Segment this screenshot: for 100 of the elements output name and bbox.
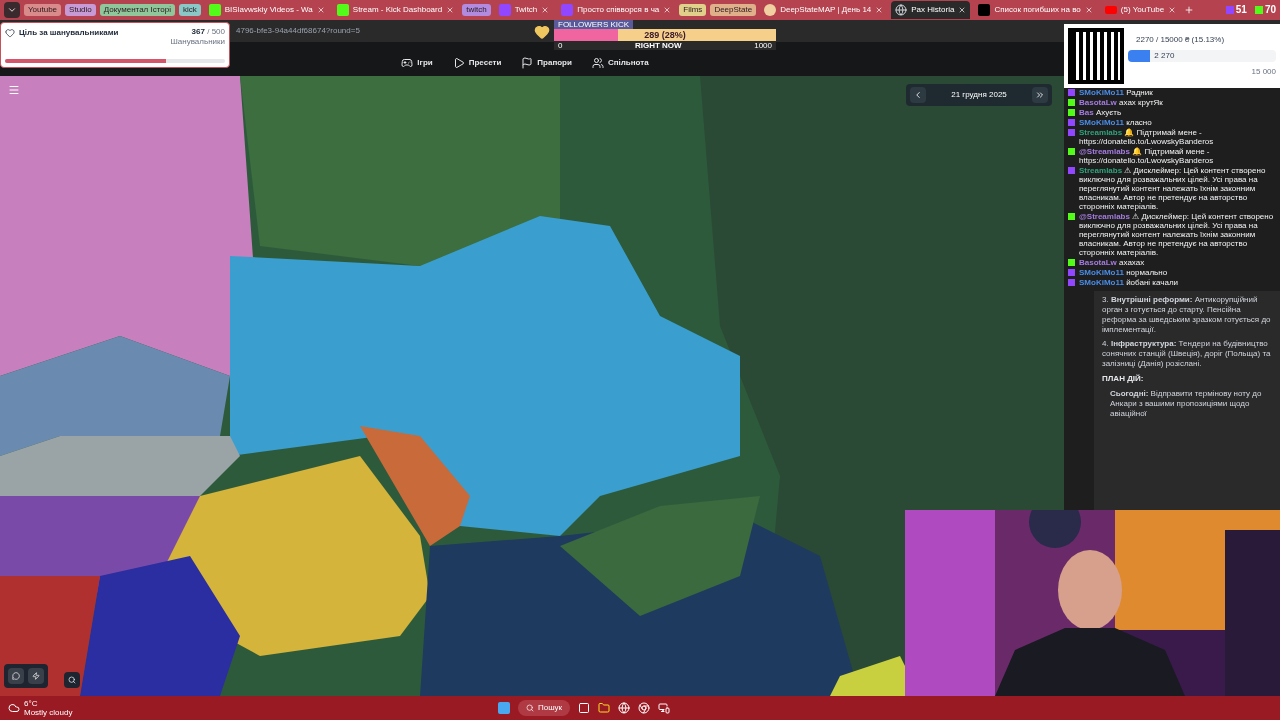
chat-message: BasotaLw ахах крутЯк <box>1079 98 1163 107</box>
close-icon[interactable] <box>875 6 884 14</box>
chat-message: Streamlabs 🔔 Підтримай мене - https://donatello.to/LwowskyBanderos <box>1079 128 1215 146</box>
tab-title: Pax Historia <box>911 4 955 16</box>
temperature-text: 6°C <box>24 699 39 708</box>
tab-group-label[interactable]: Youtube <box>24 4 62 16</box>
tab-title: Список погибших на во <box>994 4 1081 16</box>
flag-icon <box>521 57 534 69</box>
search-icon <box>526 704 534 712</box>
tab-icon <box>764 4 777 16</box>
gamepad-icon <box>401 57 414 69</box>
kick-badge-icon <box>1068 213 1075 220</box>
close-icon[interactable] <box>446 6 455 14</box>
nav-link[interactable]: Спільнота <box>591 57 649 69</box>
report-text: 4. Інфраструктура: Тендери на будівництво сонячних станцій (Швеція), доріг (Польща) та залізниці (Данія) розіслані. <box>1102 339 1272 369</box>
nav-link[interactable]: Пресети <box>452 57 502 69</box>
kick-icon <box>1254 6 1263 14</box>
close-icon[interactable] <box>663 6 672 14</box>
viewer-count: 70 <box>1264 4 1276 16</box>
close-icon[interactable] <box>316 6 325 14</box>
heart-icon <box>5 28 15 38</box>
caret-icon <box>7 5 17 15</box>
browser-tab[interactable]: Pax Historia <box>891 1 971 19</box>
tab-title: Просто співворся в ча <box>577 4 660 16</box>
close-icon[interactable] <box>541 6 550 14</box>
close-icon[interactable] <box>1084 6 1093 14</box>
play-icon <box>452 57 465 69</box>
youtube-icon <box>1104 6 1117 14</box>
tab-title: BISlavwskiy Videos - Wa <box>224 4 313 16</box>
nav-link[interactable]: Ігри <box>401 57 433 69</box>
goal-value: 289 (28%) <box>644 30 686 40</box>
tab-group-label[interactable]: Документал Історі <box>99 4 175 16</box>
twitch-badge-icon <box>1068 167 1075 174</box>
tab-title: Stream - Kick Dashboard <box>352 4 443 16</box>
weather-text: Mostly cloudy <box>24 708 73 717</box>
kick-badge-icon <box>1068 259 1075 266</box>
twitch-icon <box>1225 6 1234 14</box>
folder-icon[interactable] <box>598 702 611 714</box>
tab-group-label[interactable]: DeepState <box>710 4 757 16</box>
chat-message: SMoKiMo11 Радник <box>1079 88 1153 97</box>
goal-now: RIGHT NOW <box>635 41 682 50</box>
report-text: 3. Внутрішні реформи: Антикорупційний орган з готується до старту. Пенсійна реформа за шведським зразком готується до імплементації. <box>1102 295 1272 335</box>
chat-message: @Streamlabs 🔔 Підтримай мене - https://donatello.to/LwowskyBanderos <box>1079 147 1215 165</box>
kick-badge-icon <box>1068 148 1075 155</box>
report-text: Сьогодні: Відправити термінову ноту до Анкари з вашими пропозиціями щодо авіаційної <box>1109 389 1263 419</box>
tab-title: Twitch <box>514 4 538 16</box>
close-icon[interactable] <box>1168 6 1177 14</box>
heart-icon <box>534 24 550 40</box>
goal-title: FOLLOWERS KICK <box>554 20 634 29</box>
close-icon[interactable] <box>958 6 967 14</box>
donation-amount: 2 270 <box>1153 50 1175 62</box>
chat-message: SMoKiMo11 йобані качали <box>1079 278 1179 287</box>
chat-message: Streamlabs ⚠ Дисклеймер: Цей контент створено виключно для розважальних цілей. Усі права на переглянутий контент належать їхнім законним власникам. Автор не претендує на авторство сторонніх матеріалів. <box>1079 166 1267 211</box>
chat-message: @Streamlabs ⚠ Дисклеймер: Цей контент створено виключно для розважальних цілей. Усі права на переглянутий контент належать їхнім законним власникам. Автор не претендує на авторство сторонніх матеріалів. <box>1079 212 1275 257</box>
chat-message: SMoKiMo11 класно <box>1079 118 1152 127</box>
viewer-count: 51 <box>1235 4 1247 16</box>
chat-message: SMoKiMo11 нормально <box>1079 268 1168 277</box>
chat-message: BasotaLw ахахах <box>1079 258 1145 267</box>
tab-group-label[interactable]: twitch <box>462 4 491 16</box>
tab-group-label[interactable]: Films <box>679 4 707 16</box>
kick-icon <box>336 4 349 16</box>
browser-tab[interactable]: DeepStateMAP | День 14 <box>760 1 888 19</box>
goal-min: 0 <box>558 41 563 50</box>
browser-tab[interactable]: Просто співворся в ча <box>557 1 676 19</box>
tab-menu-button[interactable] <box>4 2 20 18</box>
browser-tab[interactable]: Список погибших на во <box>974 1 1097 19</box>
twitch-icon <box>498 4 511 16</box>
donation-progress-text: 2270 / 15000 ₴ (15.13%) <box>1135 34 1226 46</box>
weather-icon <box>8 702 20 714</box>
browser-tab[interactable]: BISlavwskiy Videos - Wa <box>204 1 329 19</box>
browser-tab[interactable]: Twitch <box>494 1 554 19</box>
taskbar-search[interactable]: Пошук <box>518 700 571 716</box>
goal-title: Ціль за шанувальниками <box>19 27 119 39</box>
goal-count: 367 / 500 <box>191 27 225 37</box>
twitch-badge-icon <box>1068 89 1075 96</box>
start-icon[interactable] <box>498 702 510 714</box>
users-icon <box>591 57 604 69</box>
tab-group-label[interactable]: kick <box>179 4 201 16</box>
tab-group-label[interactable]: Studio <box>65 4 96 16</box>
tab-icon <box>978 4 991 16</box>
chat-message: Bas Ахуєть <box>1079 108 1122 117</box>
tab-title: DeepStateMAP | День 14 <box>780 4 872 16</box>
task-view-icon[interactable] <box>578 702 591 714</box>
donation-max: 15 000 <box>1251 66 1276 78</box>
app-icon[interactable] <box>658 702 671 714</box>
nav-link[interactable]: Прапори <box>521 57 572 69</box>
browser-tab[interactable]: (5) YouTube <box>1100 1 1181 19</box>
qr-code-icon <box>1068 28 1124 84</box>
report-heading: ПЛАН ДІЙ: <box>1102 373 1145 385</box>
twitch-icon <box>561 4 574 16</box>
goal-unit: Шанувальники <box>170 37 225 47</box>
globe-icon <box>895 4 908 16</box>
browser-tab[interactable]: Stream - Kick Dashboard <box>332 1 459 19</box>
goal-max: 1000 <box>754 41 772 50</box>
browser-icon[interactable] <box>618 702 631 714</box>
new-tab-icon[interactable] <box>1184 5 1195 15</box>
kick-icon <box>208 4 221 16</box>
url-text[interactable]: 4796-bfe3-94a44df68674?round=5 <box>236 25 360 37</box>
tab-title: (5) YouTube <box>1120 4 1165 16</box>
chrome-icon[interactable] <box>638 702 651 714</box>
